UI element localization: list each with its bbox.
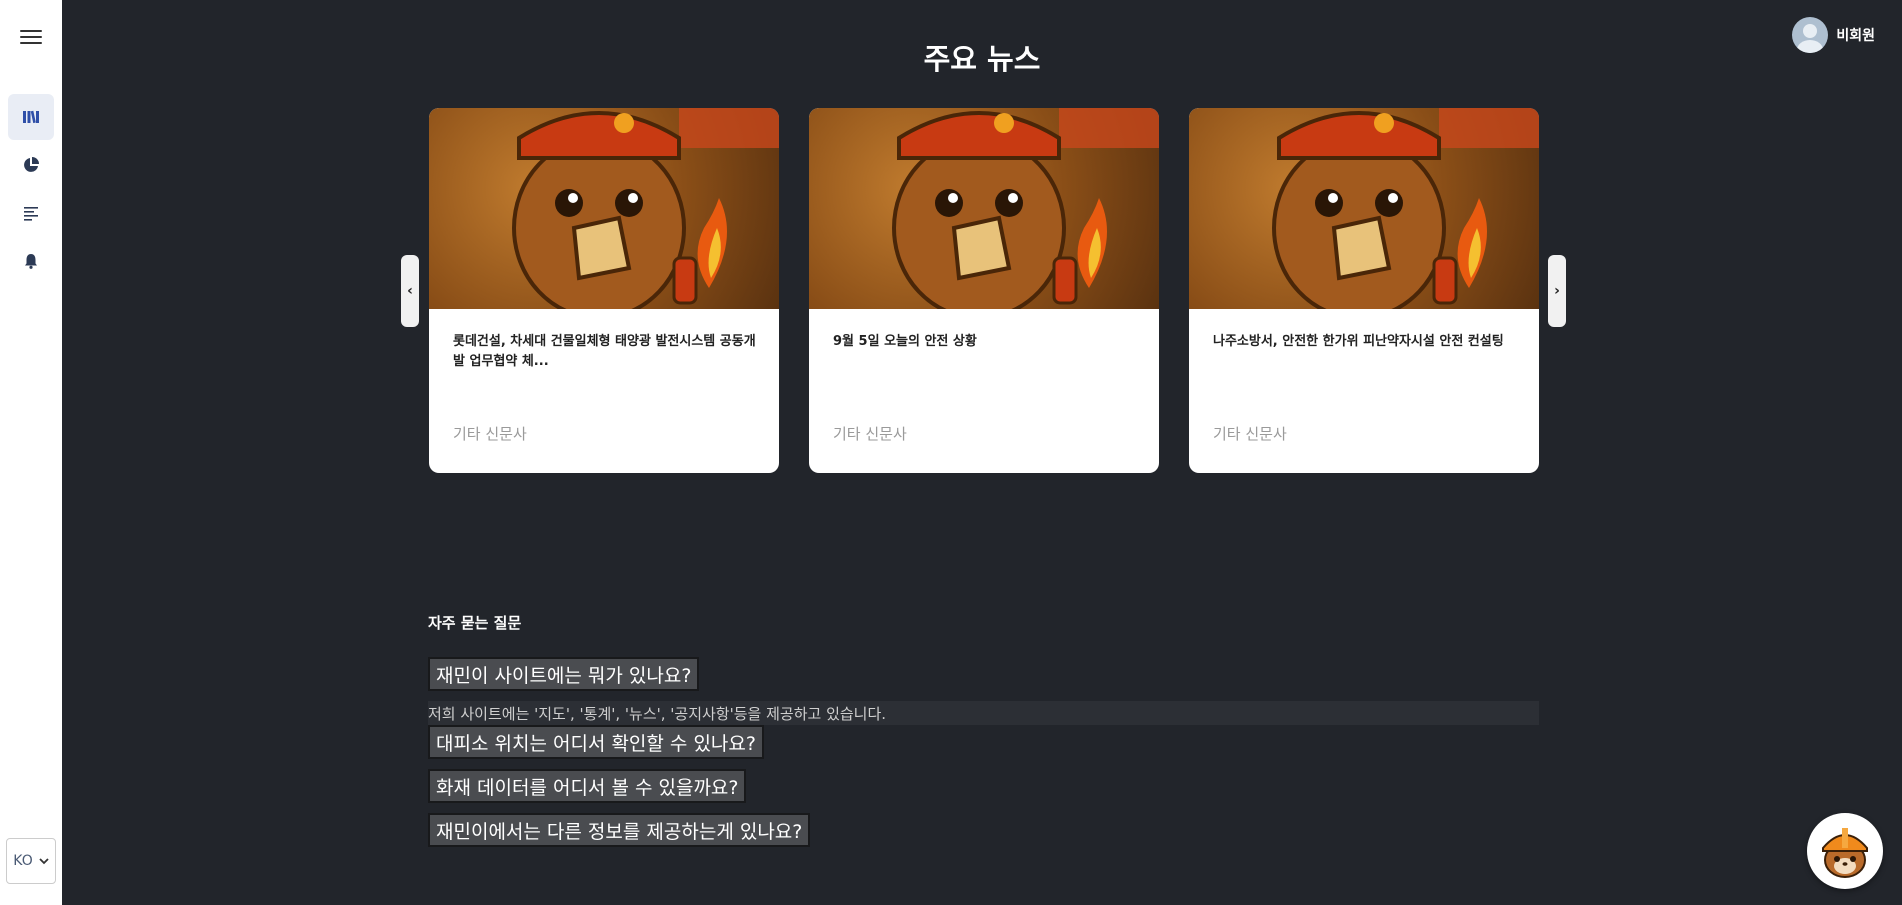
- chevron-down-icon: [39, 858, 49, 865]
- news-title: 9월 5일 오늘의 안전 상황: [833, 334, 977, 349]
- faq-question[interactable]: 대피소 위치는 어디서 확인할 수 있나요?: [428, 725, 764, 759]
- news-source: 기타 신문사: [1213, 425, 1287, 443]
- sidebar-item-news[interactable]: [8, 190, 54, 236]
- user-profile[interactable]: 비회원: [1792, 17, 1875, 53]
- bell-icon: [25, 254, 37, 269]
- news-source: 기타 신문사: [453, 425, 527, 443]
- language-value: KO: [13, 853, 33, 869]
- text-lines-icon: [24, 207, 38, 221]
- news-card[interactable]: 9월 5일 오늘의 안전 상황 기타 신문사: [809, 108, 1159, 473]
- faq-question[interactable]: 재민이에서는 다른 정보를 제공하는게 있나요?: [428, 813, 811, 847]
- news-thumbnail: [809, 108, 1159, 309]
- faq-question[interactable]: 재민이 사이트에는 뭐가 있나요?: [428, 657, 700, 691]
- chatbot-button[interactable]: [1807, 813, 1883, 889]
- news-source: 기타 신문사: [833, 425, 907, 443]
- news-title: 롯데건설, 차세대 건물일체형 태양광 발전시스템 공동개발 업무협약 체...: [453, 334, 756, 369]
- news-thumbnail: [1189, 108, 1539, 309]
- news-card[interactable]: 나주소방서, 안전한 한가위 피난약자시설 안전 컨설팅 기타 신문사: [1189, 108, 1539, 473]
- sidebar: KO: [0, 0, 62, 905]
- carousel-prev-button[interactable]: ‹: [401, 255, 419, 327]
- faq-title: 자주 묻는 질문: [428, 614, 522, 632]
- news-card[interactable]: 롯데건설, 차세대 건물일체형 태양광 발전시스템 공동개발 업무협약 체...…: [429, 108, 779, 473]
- faq-answer: 저희 사이트에는 '지도', '통계', '뉴스', '공지사항'등을 제공하고…: [428, 701, 1539, 725]
- mascot-icon: [1822, 828, 1868, 878]
- avatar: [1792, 17, 1829, 53]
- sidebar-item-library[interactable]: [8, 94, 54, 140]
- chevron-left-icon: ‹: [407, 283, 413, 299]
- chevron-right-icon: ›: [1554, 283, 1560, 299]
- carousel-next-button[interactable]: ›: [1548, 255, 1566, 327]
- sidebar-item-statistics[interactable]: [8, 142, 54, 188]
- pie-chart-icon: [24, 157, 39, 172]
- news-title: 나주소방서, 안전한 한가위 피난약자시설 안전 컨설팅: [1213, 334, 1504, 349]
- language-select[interactable]: KO: [6, 838, 56, 884]
- user-name: 비회원: [1836, 28, 1875, 44]
- sidebar-item-notice[interactable]: [8, 238, 54, 284]
- page-title: 주요 뉴스: [923, 42, 1041, 76]
- library-icon: [23, 110, 39, 124]
- faq-question[interactable]: 화재 데이터를 어디서 볼 수 있을까요?: [428, 769, 747, 803]
- news-thumbnail: [429, 108, 779, 309]
